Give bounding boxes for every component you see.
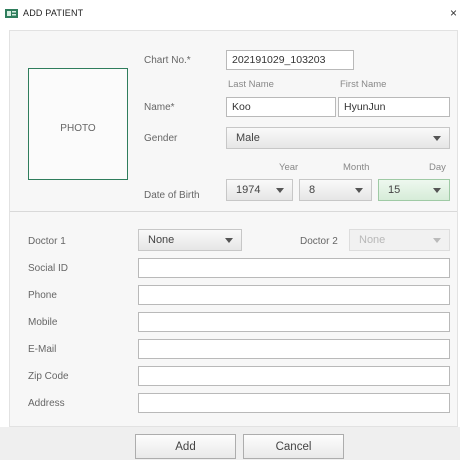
doctor1-label: Doctor 1 bbox=[28, 236, 66, 247]
doctor2-value: None bbox=[359, 234, 386, 246]
day-label: Day bbox=[429, 162, 446, 173]
add-button[interactable]: Add bbox=[135, 434, 236, 459]
dob-day-select[interactable]: 15 bbox=[378, 179, 450, 201]
dob-day-value: 15 bbox=[388, 184, 401, 196]
first-name-input[interactable] bbox=[338, 97, 450, 117]
month-label: Month bbox=[343, 162, 370, 173]
last-name-input[interactable] bbox=[226, 97, 336, 117]
zip-code-input[interactable] bbox=[138, 366, 450, 386]
phone-input[interactable] bbox=[138, 285, 450, 305]
chevron-down-icon bbox=[433, 238, 441, 243]
chevron-down-icon bbox=[225, 238, 233, 243]
doctor1-select[interactable]: None bbox=[138, 229, 242, 251]
close-icon[interactable]: × bbox=[450, 6, 457, 20]
last-name-label: Last Name bbox=[228, 79, 274, 90]
social-id-label: Social ID bbox=[28, 263, 69, 274]
window-title: ADD PATIENT bbox=[23, 8, 84, 18]
chevron-down-icon bbox=[433, 188, 441, 193]
year-label: Year bbox=[279, 162, 299, 173]
doctor1-value: None bbox=[148, 234, 175, 246]
first-name-label: First Name bbox=[340, 79, 387, 90]
email-input[interactable] bbox=[138, 339, 450, 359]
photo-box[interactable]: PHOTO bbox=[28, 68, 128, 180]
chevron-down-icon bbox=[433, 136, 441, 141]
dob-year-value: 1974 bbox=[236, 184, 261, 196]
chevron-down-icon bbox=[276, 188, 284, 193]
dob-month-value: 8 bbox=[309, 184, 316, 196]
gender-label: Gender bbox=[144, 133, 178, 144]
dob-label: Date of Birth bbox=[144, 190, 200, 201]
dob-year-select[interactable]: 1974 bbox=[226, 179, 293, 201]
gender-value: Male bbox=[236, 132, 260, 144]
name-label: Name* bbox=[144, 102, 175, 113]
mobile-label: Mobile bbox=[28, 317, 58, 328]
mobile-input[interactable] bbox=[138, 312, 450, 332]
title-bar: ADD PATIENT × bbox=[0, 0, 460, 28]
chart-no-label: Chart No.* bbox=[144, 55, 191, 66]
chart-no-input[interactable] bbox=[226, 50, 354, 70]
address-input[interactable] bbox=[138, 393, 450, 413]
phone-label: Phone bbox=[28, 290, 57, 301]
doctor2-select: None bbox=[349, 229, 450, 251]
social-id-input[interactable] bbox=[138, 258, 450, 278]
chevron-down-icon bbox=[355, 188, 363, 193]
zip-code-label: Zip Code bbox=[28, 371, 69, 382]
email-label: E-Mail bbox=[28, 344, 57, 355]
address-label: Address bbox=[28, 398, 65, 409]
doctor2-label: Doctor 2 bbox=[300, 236, 338, 247]
patient-card-icon bbox=[5, 9, 18, 18]
gender-select[interactable]: Male bbox=[226, 127, 450, 149]
dob-month-select[interactable]: 8 bbox=[299, 179, 372, 201]
section-divider bbox=[10, 211, 457, 212]
photo-label: PHOTO bbox=[60, 123, 96, 134]
cancel-button[interactable]: Cancel bbox=[243, 434, 344, 459]
